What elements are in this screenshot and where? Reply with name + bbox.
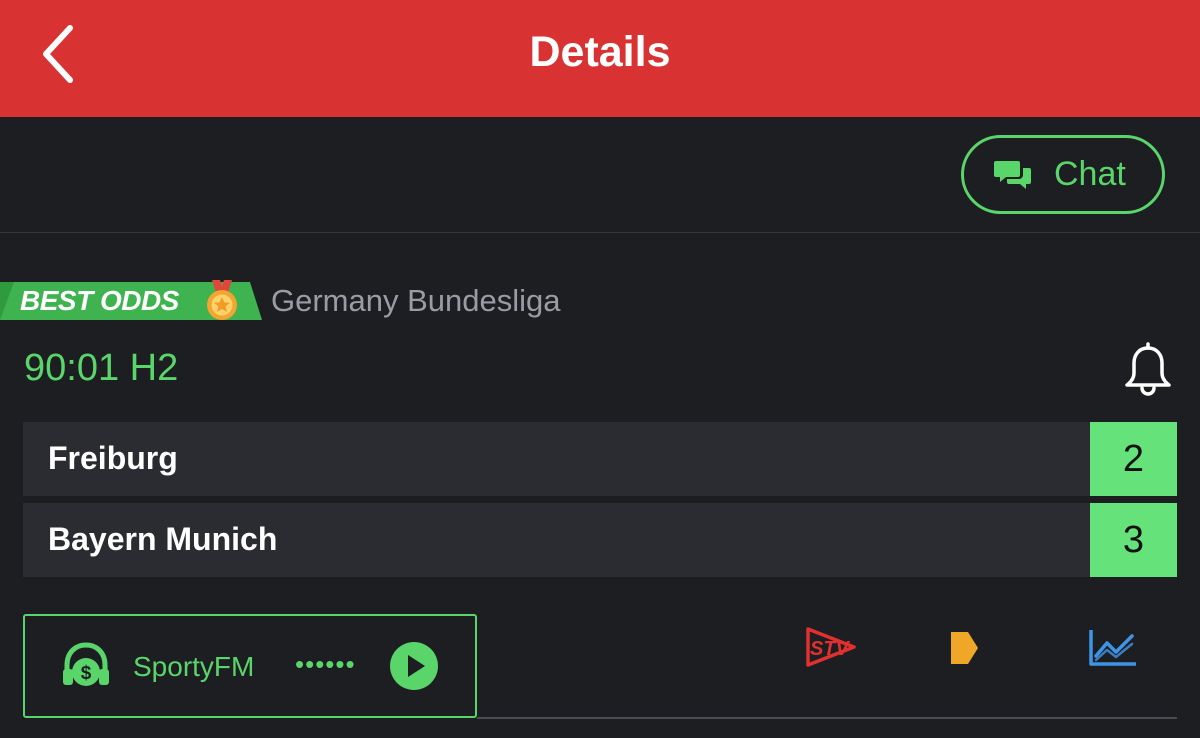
live-tracker-icon[interactable] xyxy=(950,631,998,665)
sportytv-label: STV xyxy=(810,638,851,660)
page-title: Details xyxy=(529,28,671,76)
sportytv-icon[interactable]: STV xyxy=(804,625,860,669)
sportyfm-label: SportyFM xyxy=(133,651,255,682)
svg-text:$: $ xyxy=(81,663,92,684)
chat-bubbles-icon xyxy=(994,160,1031,189)
bell-icon xyxy=(1125,342,1171,396)
sportyfm-player[interactable]: $ SportyFM •••••• xyxy=(23,614,477,718)
match-clock: 90:01 H2 xyxy=(24,347,179,389)
best-odds-badge: BEST ODDS xyxy=(0,280,262,320)
stats-chart-icon[interactable] xyxy=(1088,628,1138,668)
section-divider xyxy=(0,232,1200,233)
audio-progress-dots: •••••• xyxy=(295,649,356,679)
medal-icon xyxy=(207,280,237,320)
team-row-home: Freiburg xyxy=(23,422,1090,496)
team-name-away: Bayern Munich xyxy=(48,521,278,557)
league-name: Germany Bundesliga xyxy=(271,283,561,318)
best-odds-label: BEST ODDS xyxy=(20,285,179,316)
chat-button[interactable]: Chat xyxy=(961,135,1165,214)
chat-label: Chat xyxy=(1054,155,1126,193)
play-icon[interactable] xyxy=(389,641,439,691)
section-divider-bottom xyxy=(477,717,1177,719)
notification-bell-button[interactable] xyxy=(1120,342,1176,398)
team-name-home: Freiburg xyxy=(48,440,178,476)
top-app-bar: Details xyxy=(0,0,1200,117)
score-away: 3 xyxy=(1090,503,1177,577)
score-home: 2 xyxy=(1090,422,1177,496)
sportyfm-headphones-icon: $ xyxy=(63,642,109,686)
team-row-away: Bayern Munich xyxy=(23,503,1090,577)
